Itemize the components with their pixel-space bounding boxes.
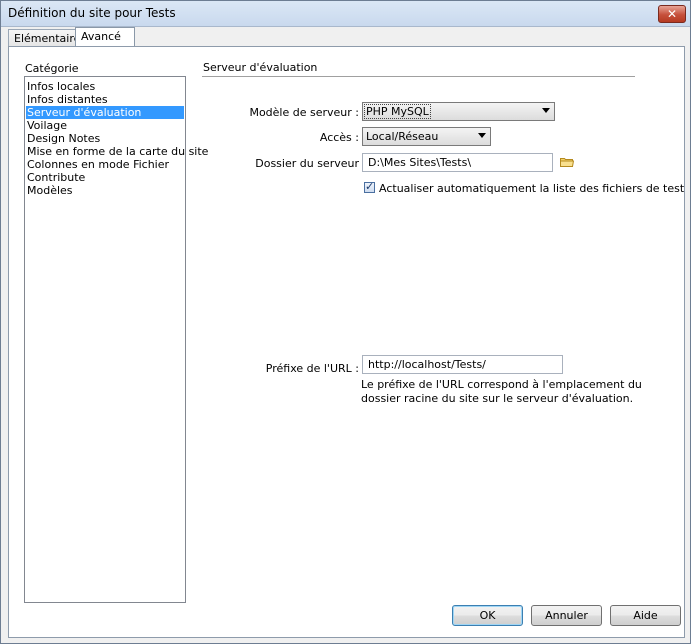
auto-refresh-checkbox[interactable]: [364, 180, 375, 193]
server-model-value: PHP MySQL: [364, 104, 431, 119]
section-title: Serveur d'évaluation: [203, 61, 318, 74]
url-help-line-2: dossier racine du site sur le serveur d'…: [361, 392, 634, 405]
category-label: Catégorie: [25, 62, 79, 75]
url-prefix-label: Préfixe de l'URL :: [265, 362, 359, 375]
tab-elementaire[interactable]: Elémentaire: [8, 29, 84, 47]
cancel-label: Annuler: [545, 609, 588, 622]
category-item-voilage[interactable]: Voilage: [26, 119, 184, 132]
url-prefix-input[interactable]: http://localhost/Tests/: [362, 355, 563, 374]
server-model-label: Modèle de serveur :: [249, 106, 359, 119]
server-model-select[interactable]: PHP MySQL: [362, 102, 555, 121]
category-list[interactable]: Infos locales Infos distantes Serveur d'…: [24, 76, 208, 603]
tab-label: Elémentaire: [14, 32, 81, 45]
close-icon: ✕: [666, 7, 678, 21]
category-item-colonnes[interactable]: Colonnes en mode Fichier: [26, 158, 184, 171]
server-folder-label: Dossier du serveur: [255, 157, 359, 170]
tab-avance[interactable]: Avancé: [75, 27, 135, 48]
category-item-infos-distantes[interactable]: Infos distantes: [26, 93, 184, 106]
url-help-line-1: Le préfixe de l'URL correspond à l'empla…: [361, 378, 642, 391]
window-title: Définition du site pour Tests: [8, 6, 176, 20]
folder-icon[interactable]: [560, 157, 574, 167]
help-label: Aide: [633, 609, 658, 622]
access-select[interactable]: Local/Réseau: [362, 127, 491, 146]
ok-button[interactable]: OK: [452, 605, 523, 626]
section-divider: [202, 76, 635, 77]
category-item-carte-du-site[interactable]: Mise en forme de la carte du site: [26, 145, 208, 158]
dialog-window: Définition du site pour Tests ✕ Elémenta…: [0, 0, 691, 644]
access-label: Accès :: [319, 131, 359, 144]
chevron-down-icon: [478, 133, 486, 138]
title-bar: Définition du site pour Tests ✕: [1, 1, 690, 27]
help-button[interactable]: Aide: [610, 605, 681, 626]
auto-refresh-label[interactable]: Actualiser automatiquement la liste des …: [379, 182, 684, 195]
ok-label: OK: [479, 609, 496, 622]
tab-label: Avancé: [81, 30, 121, 43]
close-button[interactable]: ✕: [658, 5, 686, 23]
access-value: Local/Réseau: [366, 130, 439, 143]
server-folder-input[interactable]: D:\Mes Sites\Tests\: [362, 153, 553, 172]
chevron-down-icon: [542, 108, 550, 113]
category-item-serveur-evaluation[interactable]: Serveur d'évaluation: [26, 106, 184, 119]
cancel-button[interactable]: Annuler: [531, 605, 602, 626]
category-item-infos-locales[interactable]: Infos locales: [26, 80, 184, 93]
tab-panel: Catégorie Infos locales Infos distantes …: [8, 46, 685, 638]
server-folder-value: D:\Mes Sites\Tests\: [368, 156, 472, 169]
category-item-design-notes[interactable]: Design Notes: [26, 132, 184, 145]
url-prefix-value: http://localhost/Tests/: [368, 358, 486, 371]
category-item-modeles[interactable]: Modèles: [26, 184, 184, 197]
category-item-contribute[interactable]: Contribute: [26, 171, 184, 184]
